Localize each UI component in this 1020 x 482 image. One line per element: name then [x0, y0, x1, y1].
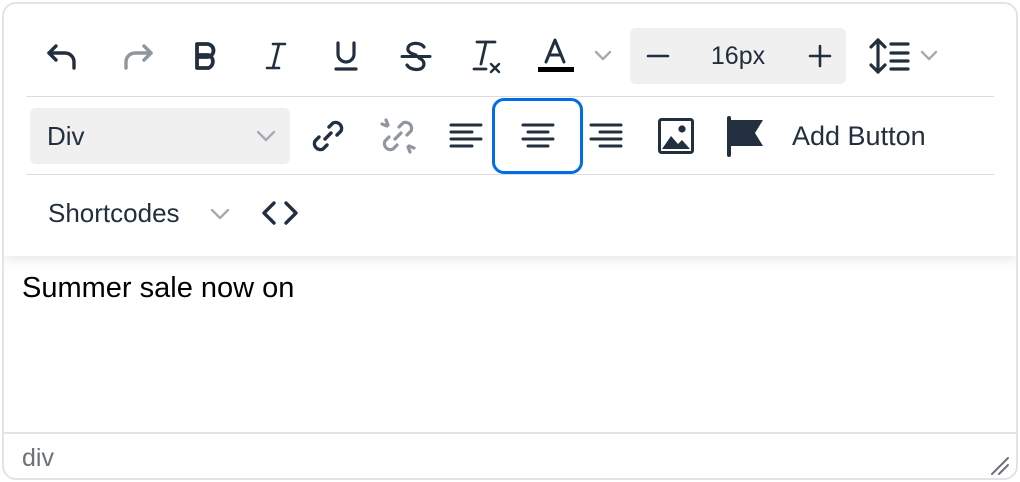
element-path[interactable]: div	[22, 444, 54, 473]
align-right-icon	[589, 123, 623, 148]
block-format-select[interactable]: Div	[30, 108, 290, 164]
insert-link-button[interactable]	[300, 108, 356, 164]
undo-icon	[47, 44, 76, 70]
align-left-icon	[449, 123, 483, 148]
strikethrough-icon	[400, 41, 432, 72]
editor-toolbar: 16px Div Add Button Shortcodes	[4, 4, 1016, 256]
text-color-icon	[538, 38, 612, 72]
line-height-button[interactable]	[860, 28, 952, 84]
insert-anchor-button[interactable]	[718, 108, 774, 164]
align-left-button[interactable]	[438, 108, 494, 164]
chevron-down-icon	[210, 208, 230, 220]
align-right-button[interactable]	[578, 108, 634, 164]
unlink-button[interactable]	[370, 108, 426, 164]
source-code-button[interactable]	[252, 185, 308, 241]
italic-button[interactable]	[248, 28, 304, 84]
code-icon	[262, 201, 298, 225]
bold-icon	[195, 42, 216, 70]
shortcodes-menu-button[interactable]: Shortcodes	[30, 185, 230, 241]
resize-handle-icon[interactable]	[988, 454, 1010, 476]
font-size-control: 16px	[630, 28, 846, 84]
align-center-icon	[521, 123, 554, 148]
undo-button[interactable]	[34, 28, 90, 84]
strikethrough-button[interactable]	[388, 28, 444, 84]
add-button-button[interactable]: Add Button	[792, 108, 926, 164]
italic-icon	[265, 42, 287, 70]
editor-statusbar: div	[4, 432, 1016, 478]
underline-icon	[334, 41, 358, 71]
plus-icon	[808, 44, 832, 68]
editor-content[interactable]: Summer sale now on	[22, 272, 294, 305]
font-size-decrease-button[interactable]	[636, 28, 680, 84]
redo-button[interactable]	[110, 28, 166, 84]
bold-button[interactable]	[178, 28, 234, 84]
align-center-button[interactable]	[492, 98, 583, 174]
chevron-down-icon	[256, 130, 276, 142]
toolbar-row-2: Div Add Button	[26, 96, 994, 174]
minus-icon	[646, 54, 670, 58]
block-format-value: Div	[47, 120, 85, 151]
flag-icon	[727, 116, 763, 157]
unlink-icon	[380, 118, 416, 154]
redo-icon	[124, 44, 153, 70]
insert-image-button[interactable]	[648, 108, 704, 164]
shortcodes-label: Shortcodes	[48, 197, 180, 228]
link-icon	[312, 120, 344, 152]
chevron-down-icon	[594, 50, 612, 61]
toolbar-row-1: 16px	[26, 20, 994, 92]
font-size-increase-button[interactable]	[798, 28, 842, 84]
toolbar-row-3: Shortcodes	[26, 174, 994, 249]
line-height-icon	[869, 38, 938, 74]
clear-formatting-button[interactable]	[458, 28, 514, 84]
underline-button[interactable]	[318, 28, 374, 84]
rich-text-editor: 16px Div Add Button Shortcodes Summer sa…	[2, 2, 1018, 480]
remove-format-icon	[472, 40, 501, 74]
image-icon	[658, 118, 694, 154]
chevron-down-icon	[920, 50, 938, 61]
text-color-button[interactable]	[528, 28, 618, 84]
font-size-input[interactable]: 16px	[690, 28, 786, 84]
